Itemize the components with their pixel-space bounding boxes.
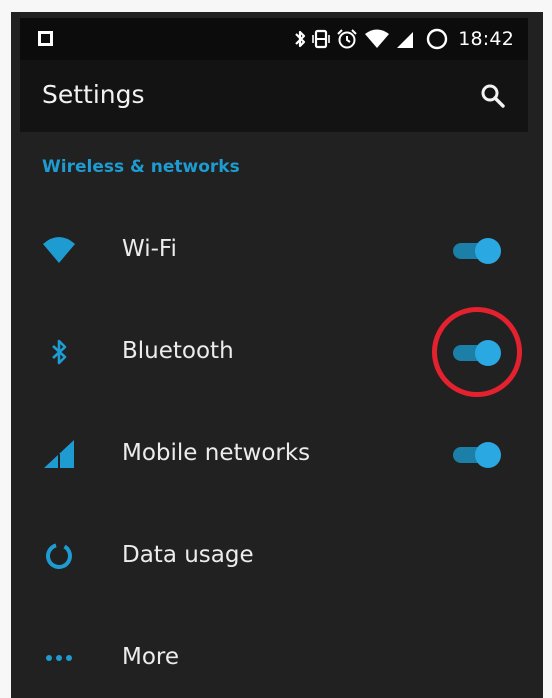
- wifi-icon: [41, 234, 77, 266]
- setting-row-wifi[interactable]: Wi-Fi: [11, 200, 543, 300]
- signal-icon: [397, 32, 414, 48]
- search-icon: [481, 84, 505, 108]
- setting-label-bluetooth: Bluetooth: [122, 338, 234, 364]
- status-icons: 18:42: [294, 18, 514, 60]
- alarm-icon: [337, 29, 357, 49]
- setting-label-wifi: Wi-Fi: [122, 236, 177, 262]
- vibrate-icon: [312, 29, 331, 49]
- battery-loading-icon: [427, 28, 448, 50]
- setting-row-data-usage[interactable]: Data usage: [11, 506, 543, 606]
- page-title: Settings: [42, 80, 145, 109]
- app-bar: Settings: [20, 60, 528, 132]
- setting-row-more[interactable]: More: [11, 608, 543, 698]
- setting-label-more: More: [122, 644, 180, 670]
- status-time: 18:42: [458, 28, 514, 50]
- status-bar: 18:42: [20, 18, 528, 60]
- signal-icon: [41, 438, 77, 470]
- bluetooth-toggle[interactable]: [453, 340, 501, 366]
- mobile-networks-toggle[interactable]: [453, 442, 501, 468]
- setting-label-data-usage: Data usage: [122, 542, 254, 568]
- more-icon: [41, 642, 77, 674]
- bluetooth-icon: [41, 336, 77, 368]
- setting-row-mobile-networks[interactable]: Mobile networks: [11, 404, 543, 504]
- toggle-thumb: [475, 238, 501, 264]
- settings-screen: 18:42 Settings Wireless & networks Wi-Fi: [11, 12, 543, 698]
- wifi-icon: [365, 29, 390, 48]
- wifi-toggle[interactable]: [453, 238, 501, 264]
- bluetooth-icon: [295, 30, 306, 48]
- data-usage-icon: [41, 540, 77, 572]
- toggle-thumb: [475, 442, 501, 468]
- search-button[interactable]: [478, 81, 508, 111]
- stop-square-icon: [38, 31, 53, 46]
- section-header: Wireless & networks: [42, 157, 240, 177]
- setting-label-mobile-networks: Mobile networks: [122, 440, 311, 466]
- setting-row-bluetooth[interactable]: Bluetooth: [11, 302, 543, 402]
- toggle-thumb: [475, 340, 501, 366]
